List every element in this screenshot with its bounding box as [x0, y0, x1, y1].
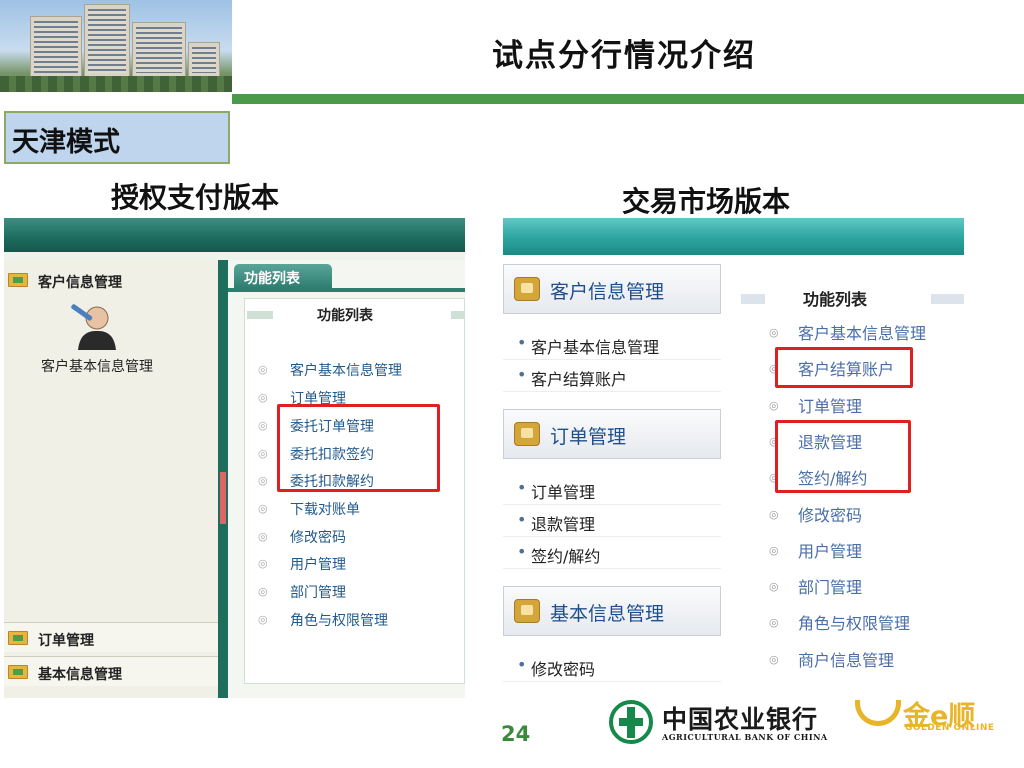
menu-link[interactable]: 订单管理 [798, 393, 862, 417]
bullet-icon: ◎ [258, 419, 268, 432]
sidebar-group-orders[interactable]: 订单管理 [503, 409, 721, 459]
sidebar-item-orders[interactable]: 订单管理 [4, 622, 218, 652]
bullet-icon: ◎ [769, 508, 779, 521]
bank-name: 中国农业银行 [662, 705, 819, 734]
bullet-icon: ◎ [258, 530, 268, 543]
golden-online-logo-icon [855, 700, 901, 726]
page-title: 试点分行情况介绍 [492, 38, 756, 74]
tab-function-list[interactable]: 功能列表 [234, 264, 332, 288]
abc-bank-logo-icon [609, 700, 653, 744]
user-admin-label[interactable]: 客户基本信息管理 [4, 356, 190, 376]
menu-link[interactable]: 客户基本信息管理 [798, 320, 926, 344]
sidebar-item-label: 客户信息管理 [38, 275, 122, 291]
bullet-icon: ◎ [258, 391, 268, 404]
sidebar-item-label: 基本信息管理 [38, 667, 122, 683]
bullet-icon: ◎ [258, 363, 268, 376]
sidebar: 客户信息管理 客户基本信息管理 订单管理 基本信息管理 [4, 260, 218, 698]
sidebar-item-basic-info[interactable]: 基本信息管理 [4, 656, 218, 686]
header-divider-bar [232, 94, 1024, 104]
left-section-heading: 授权支付版本 [111, 181, 280, 214]
sidebar-group-label: 订单管理 [550, 426, 627, 448]
sidebar-item[interactable]: 修改密码 [503, 652, 721, 682]
bullet-icon: ◎ [769, 399, 779, 412]
menu-link[interactable]: 部门管理 [290, 582, 346, 602]
folder-icon [514, 422, 540, 446]
bullet-icon: ◎ [258, 502, 268, 515]
menu-link[interactable]: 客户基本信息管理 [290, 360, 402, 380]
partner-name-en: GOLDEN ONLINE [905, 723, 995, 733]
sidebar-item[interactable]: 订单管理 [503, 475, 721, 505]
highlight-box [775, 347, 913, 388]
trading-market-screenshot: 客户信息管理 客户基本信息管理 客户结算账户 订单管理 订单管理 退款管理 签约… [503, 218, 964, 698]
sidebar-item[interactable]: 客户基本信息管理 [503, 330, 721, 360]
bullet-icon: ◎ [769, 326, 779, 339]
menu-link[interactable]: 角色与权限管理 [798, 610, 910, 634]
right-section-heading: 交易市场版本 [622, 185, 791, 218]
mode-label: 天津模式 [4, 111, 230, 164]
bullet-icon: ◎ [258, 613, 268, 626]
bullet-icon: ◎ [769, 616, 779, 629]
function-list-title: 功能列表 [802, 290, 867, 309]
menu-link[interactable]: 修改密码 [798, 502, 862, 526]
sidebar-item-customer-info[interactable]: 客户信息管理 [4, 268, 218, 294]
bullet-icon: ◎ [258, 585, 268, 598]
sidebar-item[interactable]: 客户结算账户 [503, 362, 721, 392]
folder-icon [8, 631, 28, 645]
bullet-icon: ◎ [769, 580, 779, 593]
header-building-photo [0, 0, 232, 92]
sidebar-item[interactable]: 签约/解约 [503, 539, 721, 569]
sidebar-group-label: 基本信息管理 [550, 603, 665, 625]
bullet-icon: ◎ [769, 653, 779, 666]
folder-icon [514, 277, 540, 301]
folder-icon [8, 273, 28, 287]
user-admin-icon[interactable] [68, 304, 126, 350]
folder-icon [514, 599, 540, 623]
sidebar-item-label: 订单管理 [38, 633, 94, 649]
menu-link[interactable]: 商户信息管理 [798, 647, 894, 671]
sidebar: 客户信息管理 客户基本信息管理 客户结算账户 订单管理 订单管理 退款管理 签约… [503, 264, 723, 698]
highlight-box [775, 420, 911, 493]
folder-icon [8, 665, 28, 679]
function-list-title: 功能列表 [317, 308, 373, 324]
menu-link[interactable]: 修改密码 [290, 527, 346, 547]
menu-link[interactable]: 用户管理 [798, 538, 862, 562]
bank-name-en: AGRICULTURAL BANK OF CHINA [662, 732, 828, 742]
bullet-icon: ◎ [258, 557, 268, 570]
bullet-icon: ◎ [258, 474, 268, 487]
menu-link[interactable]: 下载对账单 [290, 499, 360, 519]
bullet-icon: ◎ [769, 544, 779, 557]
collapse-handle[interactable] [220, 472, 226, 524]
sidebar-group-label: 客户信息管理 [550, 281, 665, 303]
sidebar-item[interactable]: 退款管理 [503, 507, 721, 537]
page-number: 24 [501, 722, 531, 746]
top-banner [503, 218, 964, 255]
sidebar-group-customer-info[interactable]: 客户信息管理 [503, 264, 721, 314]
menu-link[interactable]: 用户管理 [290, 554, 346, 574]
sidebar-group-basic-info[interactable]: 基本信息管理 [503, 586, 721, 636]
top-banner [4, 218, 465, 252]
bullet-icon: ◎ [258, 447, 268, 460]
authorized-payment-screenshot: 客户信息管理 客户基本信息管理 订单管理 基本信息管理 功能列表 功能列表 ◎ … [4, 218, 465, 698]
highlight-box [277, 404, 440, 492]
menu-link[interactable]: 角色与权限管理 [290, 610, 388, 630]
menu-link[interactable]: 部门管理 [798, 574, 862, 598]
